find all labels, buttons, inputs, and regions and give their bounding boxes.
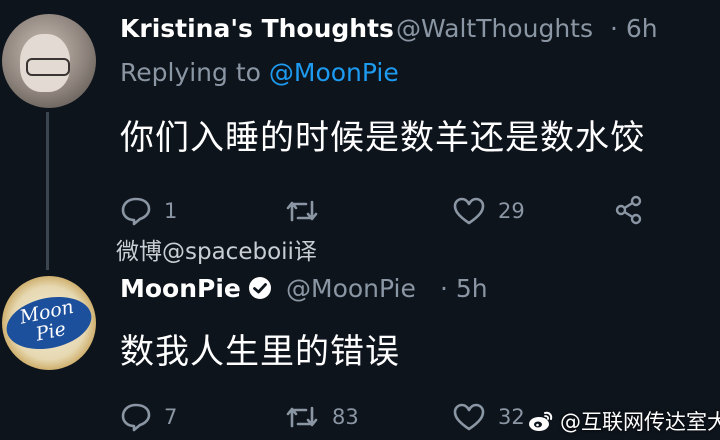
translation-credit: 微博@spaceboii译 [116,239,317,265]
tweet2-text: 数我人生里的错误 [120,332,400,372]
watermark-text: @互联网传达室大爷 [560,410,720,434]
tweet2-reply-count: 7 [164,405,178,429]
weibo-icon [529,411,553,431]
tweet1-timestamp[interactable]: · 6h [610,14,658,43]
thread-connector-line [46,112,49,270]
tweet2-retweet-count: 83 [332,405,359,429]
moonpie-avatar[interactable]: Moon Pie [2,276,96,370]
tweet1-author-name[interactable]: Kristina's Thoughts [120,14,394,43]
replying-mention-link[interactable]: @MoonPie [269,58,399,87]
tweet1-text: 你们入睡的时候是数羊还是数水饺 [120,118,645,158]
retweet-icon [286,200,318,222]
replying-prefix: Replying to [120,58,269,87]
kristina-avatar[interactable] [2,14,96,108]
tweet2-like-count: 32 [498,405,525,429]
share-icon [615,195,642,225]
tweet1-like-count: 29 [498,199,525,223]
verified-badge-icon [249,277,271,299]
tweet2-author-handle[interactable]: @MoonPie [286,274,416,303]
tweet1-share-button[interactable] [612,194,646,226]
tweet1-reply-count: 1 [164,199,178,223]
tweet1-like-button[interactable]: 29 [452,196,525,226]
tweet2-like-button[interactable]: 32 [452,402,525,432]
tweet2-timestamp[interactable]: · 5h [440,274,488,303]
tweet1-retweet-button[interactable] [284,196,332,226]
tweet1-replying-to: Replying to @MoonPie [120,58,399,87]
tweet2-author-name[interactable]: MoonPie [120,274,241,303]
weibo-watermark: @互联网传达室大爷 [528,406,720,436]
tweet2-reply-button[interactable]: 7 [120,402,177,432]
heart-icon [453,197,485,225]
moonpie-logo: Moon Pie [2,289,96,357]
reply-icon [121,403,151,432]
tweet1-reply-button[interactable]: 1 [120,196,177,226]
tweet2-retweet-button[interactable]: 83 [284,402,359,432]
retweet-icon [286,406,318,428]
heart-icon [453,403,485,431]
reply-icon [121,197,151,226]
tweet1-author-handle[interactable]: @WaltThoughts [396,14,593,43]
avatar-glasses [26,58,70,76]
